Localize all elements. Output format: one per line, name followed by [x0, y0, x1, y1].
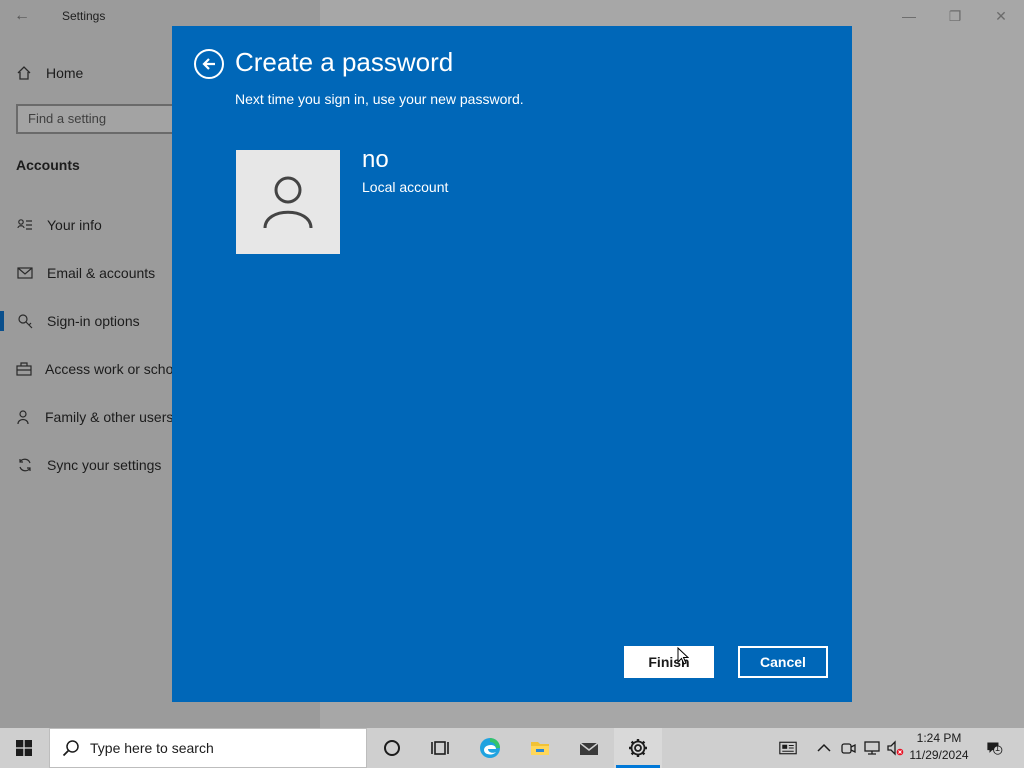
nav-label: Email & accounts — [47, 265, 156, 281]
finish-button[interactable]: Finish — [624, 646, 714, 678]
notification-count: 1 — [995, 743, 1001, 753]
volume-muted-icon — [887, 740, 904, 756]
news-widget-button[interactable] — [776, 738, 800, 758]
nav-label: Sync your settings — [47, 457, 162, 473]
nav-sign-in-options[interactable]: Sign-in options — [0, 306, 172, 336]
close-button[interactable]: ✕ — [986, 6, 1016, 26]
clock-date: 11/29/2024 — [909, 748, 969, 762]
task-view-button[interactable] — [416, 728, 464, 768]
taskbar-clock[interactable]: 1:24 PM 11/29/2024 — [904, 730, 974, 766]
nav-sync-settings[interactable]: Sync your settings — [0, 450, 172, 480]
account-name: no — [362, 146, 389, 173]
nav-label: Access work or school — [45, 361, 172, 377]
mail-app-icon — [579, 742, 599, 755]
nav-label: Sign-in options — [47, 313, 140, 329]
find-setting-input[interactable]: Find a setting — [16, 104, 186, 134]
cancel-button[interactable]: Cancel — [738, 646, 828, 678]
taskbar-settings[interactable] — [614, 728, 662, 768]
user-icon — [263, 176, 313, 229]
taskbar-search-box[interactable]: Type here to search — [49, 728, 367, 768]
windows-logo-icon — [16, 740, 32, 756]
key-icon — [16, 313, 34, 329]
dialog-title: Create a password — [235, 47, 454, 77]
start-button[interactable] — [0, 728, 48, 768]
nav-home[interactable]: Home — [16, 62, 83, 84]
tray-app-icon-button[interactable] — [838, 738, 858, 758]
nav-family-other-users[interactable]: Family & other users — [0, 402, 172, 432]
network-button[interactable] — [862, 738, 882, 758]
cortana-circle-icon — [384, 740, 400, 756]
news-icon — [779, 741, 797, 755]
volume-button[interactable] — [885, 738, 905, 758]
folder-icon — [531, 742, 549, 755]
taskbar-edge[interactable] — [466, 728, 514, 768]
person-card-icon — [16, 217, 34, 233]
taskbar-search-placeholder: Type here to search — [90, 740, 214, 756]
gear-icon — [629, 739, 647, 757]
home-icon — [17, 66, 31, 80]
nav-home-label: Home — [46, 65, 84, 81]
nav-access-work[interactable]: Access work or school — [0, 354, 172, 384]
add-person-icon — [16, 409, 32, 425]
meet-icon — [841, 743, 856, 754]
account-avatar — [236, 150, 340, 254]
edge-browser-icon — [480, 738, 500, 758]
create-password-dialog: Create a password Next time you sign in,… — [172, 26, 852, 702]
minimize-button[interactable]: — — [894, 6, 924, 26]
briefcase-icon — [16, 361, 32, 377]
clock-time: 1:24 PM — [916, 731, 962, 745]
task-view-icon — [431, 741, 449, 755]
back-arrow-icon — [202, 58, 215, 70]
dialog-subtitle: Next time you sign in, use your new pass… — [235, 91, 524, 107]
nav-label: Family & other users — [45, 409, 172, 425]
show-hidden-icons-button[interactable] — [814, 738, 834, 758]
account-type: Local account — [362, 179, 449, 195]
mouse-cursor-icon — [677, 647, 689, 665]
taskbar-mail[interactable] — [565, 728, 613, 768]
section-heading: Accounts — [16, 157, 80, 173]
restore-button[interactable]: ❐ — [940, 6, 970, 26]
sync-icon — [16, 457, 34, 473]
mail-icon — [16, 265, 34, 281]
dialog-back-button[interactable] — [194, 49, 224, 79]
titlebar-back-button[interactable]: ← — [14, 6, 34, 26]
chevron-up-icon — [817, 743, 831, 752]
action-center-button[interactable]: 1 — [982, 738, 1008, 758]
nav-label: Your info — [47, 217, 102, 233]
search-icon — [62, 740, 79, 757]
network-icon — [864, 741, 880, 755]
cortana-button[interactable] — [368, 728, 416, 768]
taskbar-file-explorer[interactable] — [516, 728, 564, 768]
taskbar: Type here to search 1:24 PM 11/29/2024 1 — [0, 728, 1024, 768]
window-title: Settings — [62, 9, 106, 23]
nav-your-info[interactable]: Your info — [0, 210, 172, 240]
nav-email-accounts[interactable]: Email & accounts — [0, 258, 172, 288]
